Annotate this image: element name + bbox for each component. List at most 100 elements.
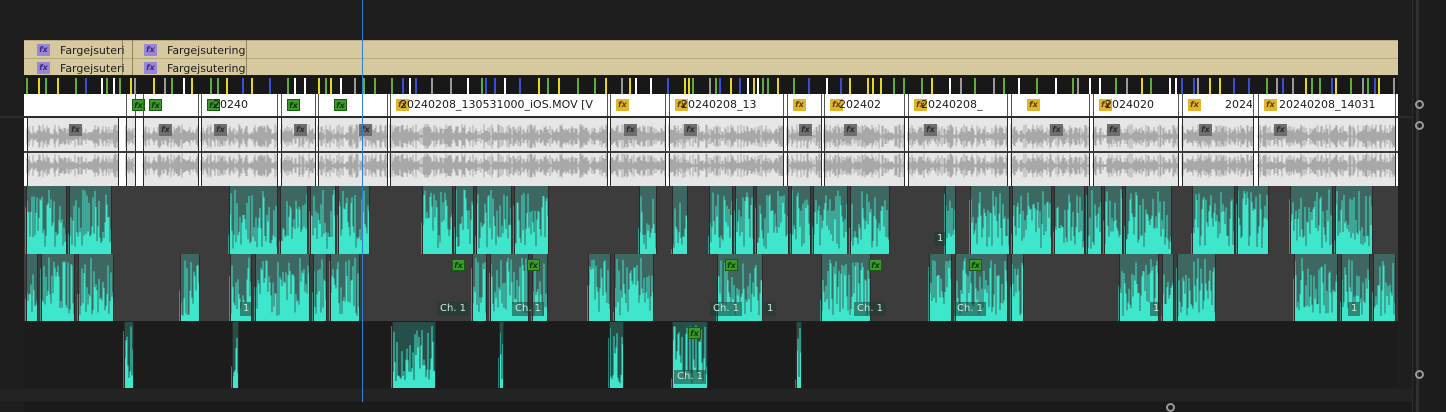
video-clip[interactable] (1011, 94, 1090, 116)
video-clip[interactable] (318, 94, 388, 116)
clip-edge (687, 186, 688, 254)
clip-edge (307, 186, 308, 254)
clip-marker (1266, 78, 1268, 94)
clip-marker (747, 78, 749, 94)
clip-marker (893, 78, 895, 94)
clip-edge (1009, 186, 1010, 254)
adjustment-layer-clip[interactable]: fx Fargejsutering fx Fargejsutering (132, 40, 247, 75)
clip-edge (392, 322, 393, 388)
clip-marker (808, 78, 810, 94)
track-height-handle[interactable] (1415, 121, 1424, 130)
clip-edge (753, 186, 754, 254)
clip-edge (280, 186, 281, 254)
clip-edge (588, 254, 589, 321)
clip-edge (889, 186, 890, 254)
audio-channel-label: Ch. 1 (710, 302, 743, 316)
clip-edge (1290, 186, 1291, 254)
clip-marker (1233, 78, 1235, 94)
clip-marker (1319, 78, 1321, 94)
clip-marker (153, 78, 155, 94)
clip-marker-strip (24, 76, 1398, 94)
clip-edge (486, 254, 487, 321)
clip-marker (739, 78, 741, 94)
video-clip-label: 2024020 (1105, 99, 1154, 111)
fx-badge-icon: fx (1188, 99, 1201, 111)
clip-marker (481, 78, 483, 94)
audio-waveform-a4 (24, 322, 1398, 388)
clip-marker (318, 78, 320, 94)
clip-edge (672, 322, 673, 388)
clip-edge (810, 186, 811, 254)
clip-edge (476, 186, 477, 254)
clip-marker (667, 78, 669, 94)
clip-edge (1294, 254, 1295, 321)
clip-marker (226, 78, 228, 94)
audio-channel-label: Ch. 1 (674, 370, 707, 384)
clip-marker (692, 78, 694, 94)
clip-edge (326, 254, 327, 321)
clip-edge (850, 186, 851, 254)
audio-channel-mark: 1 (934, 232, 947, 246)
clip-marker (715, 78, 717, 94)
clip-marker (650, 78, 652, 94)
clip-marker (1393, 78, 1395, 94)
clip-edge (41, 254, 42, 321)
fx-badge-icon: fx (144, 44, 157, 56)
clip-marker (1362, 78, 1364, 94)
fx-badge-icon: fx (1199, 124, 1212, 136)
clip-marker (1089, 78, 1091, 94)
video-clip-label: 20240 (213, 99, 248, 111)
clip-marker (1003, 78, 1005, 94)
clip-edge (609, 322, 610, 388)
clip-edge (709, 186, 710, 254)
clip-edge (180, 254, 181, 321)
clip-marker (191, 78, 193, 94)
clip-edge (1332, 186, 1333, 254)
clip-marker (130, 78, 132, 94)
clip-marker (880, 78, 882, 94)
track-height-handle[interactable] (1415, 370, 1424, 379)
clip-edge (230, 254, 231, 321)
clip-marker (629, 78, 631, 94)
clip-marker (921, 78, 923, 94)
clip-edge (1084, 186, 1085, 254)
playhead[interactable] (362, 0, 363, 402)
fx-badge-icon: fx (294, 124, 307, 136)
clip-marker (431, 78, 433, 94)
fx-badge-icon: fx (1264, 99, 1277, 111)
clip-marker (242, 78, 244, 94)
clip-edge (955, 186, 956, 254)
clip-marker (1367, 78, 1369, 94)
adjustment-layer-clip[interactable]: fx Fargejsuteri fx Fargejsuteri (28, 40, 125, 75)
vertical-scrollbar[interactable] (1412, 0, 1446, 412)
clip-marker (391, 78, 393, 94)
clip-marker (621, 78, 623, 94)
clip-marker (217, 78, 219, 94)
clip-marker (867, 78, 869, 94)
clip-edge (232, 322, 233, 388)
clip-marker (547, 78, 549, 94)
clip-edge (1335, 186, 1336, 254)
zoom-handle[interactable] (1166, 403, 1175, 412)
scrollbar-thumb[interactable] (1416, 0, 1419, 412)
audio-channel-mark: 1 (1150, 302, 1163, 316)
clip-edge (1011, 254, 1012, 321)
audio-channel-mark: 1 (240, 302, 253, 316)
clip-edge (511, 186, 512, 254)
timeline-panel[interactable]: fx Fargejsuteri fx Fargejsuteri fx Farge… (0, 0, 1446, 412)
clip-edge (74, 254, 75, 321)
horizontal-scrollbar[interactable] (24, 402, 1412, 412)
clip-edge (672, 186, 673, 254)
clip-marker (75, 78, 77, 94)
track-divider (0, 116, 1412, 118)
clip-edge (199, 254, 200, 321)
clip-marker (960, 78, 962, 94)
fx-badge-icon: fx (37, 44, 50, 56)
clip-edge (1395, 254, 1396, 321)
audio-track-a3: fx Ch. 1 fx Ch. 1 fx Ch. 1 fx Ch. 1 fx Ch. 1 1 1 1 1 (24, 254, 1398, 321)
clip-marker (1374, 78, 1376, 94)
track-height-handle[interactable] (1415, 100, 1424, 109)
clip-marker (709, 78, 711, 94)
clip-marker (993, 78, 995, 94)
clip-edge (255, 254, 256, 321)
